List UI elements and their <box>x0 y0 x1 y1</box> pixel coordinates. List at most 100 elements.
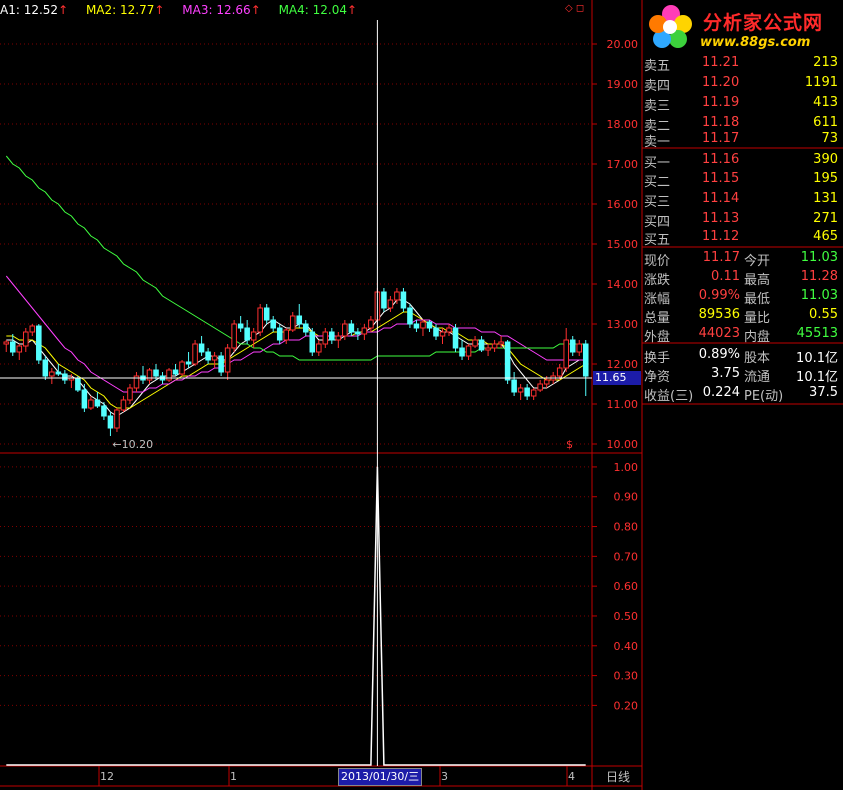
date-axis-label: 4 <box>568 770 575 783</box>
period-tab-daily[interactable]: 日线 <box>596 768 640 786</box>
candle-body <box>16 345 23 353</box>
stat-label: 内盘 <box>744 330 771 345</box>
price-tick-label: 20.00 <box>607 38 639 51</box>
ask-volume: 611 <box>813 115 838 130</box>
ma-legend-label: MA2: 12.77 <box>85 3 155 17</box>
stat-value: 89536 <box>698 307 740 322</box>
moving-average-lines <box>5 155 586 417</box>
ma-legend-label: MA3: 12.66 <box>182 3 251 17</box>
candle-body <box>355 331 361 335</box>
logo-title: 分析家公式网 <box>703 12 824 34</box>
candle-body <box>498 341 504 345</box>
candle-body <box>576 343 583 353</box>
window-control-icons[interactable]: ◇ ◻ <box>565 3 584 14</box>
stat-value: 0.224 <box>702 385 740 400</box>
candle-body <box>413 323 420 329</box>
candle-body <box>316 343 322 353</box>
candle-body <box>36 325 42 361</box>
bid-row[interactable]: 买一 11.16 390 <box>644 151 840 171</box>
candle-body <box>224 347 231 373</box>
moving-average-legend: A1: 12.52↑ MA2: 12.77↑ MA3: 12.66↑ MA4: … <box>0 3 371 21</box>
bid-price: 11.12 <box>702 229 740 244</box>
candle-body <box>257 307 263 333</box>
price-axis: 20.00 19.00 18.00 17.00 16.00 15.00 14.00 13.00… <box>592 38 638 451</box>
site-logo: 分析家公式网 www.88gs.com <box>645 2 841 52</box>
candle-body <box>250 331 257 341</box>
stats-row: 总量 89536 量比 0.55 <box>644 306 840 326</box>
candle-body <box>530 389 537 397</box>
candle-body <box>543 379 550 385</box>
bid-row[interactable]: 买四 11.13 271 <box>644 210 840 230</box>
indicator-tick-label: 0.60 <box>614 580 639 593</box>
indicator-tick-label: 0.90 <box>614 491 639 504</box>
stat-value: 0.11 <box>711 269 740 284</box>
stat-label: 股本 <box>744 351 771 366</box>
candle-body <box>88 399 94 409</box>
ma-legend-item: MA2: 12.77↑ <box>86 3 164 17</box>
candle-body <box>394 291 400 301</box>
candle-body <box>75 377 81 391</box>
candle-body <box>9 341 16 353</box>
ask-volume: 213 <box>813 55 838 70</box>
stat-label: 最低 <box>744 292 771 307</box>
low-price-marker: ←10.20 <box>112 438 153 451</box>
candle-body <box>127 387 133 401</box>
candle-body <box>433 327 439 337</box>
candle-body <box>114 409 120 429</box>
ask-row[interactable]: 卖四 11.20 1191 <box>644 74 840 94</box>
stat-value: 37.5 <box>809 385 838 400</box>
indicator-tick-label: 0.50 <box>614 610 639 623</box>
candle-body <box>446 327 452 333</box>
ask-price: 11.18 <box>702 115 740 130</box>
bid-row[interactable]: 买三 11.14 131 <box>644 190 840 210</box>
candle-body <box>23 331 29 347</box>
price-tick-label: 14.00 <box>607 278 639 291</box>
candle-body <box>511 379 517 393</box>
candle-body <box>42 359 49 377</box>
candle-body <box>400 291 407 309</box>
stat-label: 现价 <box>644 254 671 269</box>
candle-body <box>504 341 511 381</box>
candle-body <box>582 343 589 377</box>
candle-body <box>537 383 543 391</box>
crosshair-date-label: 2013/01/30/三 <box>338 768 423 786</box>
stat-label: 外盘 <box>644 330 671 345</box>
up-arrow-icon: ↑ <box>347 3 358 17</box>
candlesticks[interactable]: ←10.20 $ <box>3 288 589 451</box>
candle-body <box>29 325 36 333</box>
price-tick-label: 16.00 <box>607 198 639 211</box>
candle-body <box>361 327 368 335</box>
price-tick-label: 19.00 <box>607 78 639 91</box>
candle-body <box>322 331 329 345</box>
candle-body <box>237 323 244 329</box>
stat-label: 最高 <box>744 273 771 288</box>
ma-line <box>5 275 586 393</box>
ask-row[interactable]: 卖三 11.19 413 <box>644 94 840 114</box>
bid-volume: 390 <box>813 152 838 167</box>
candle-body <box>329 331 335 341</box>
stat-label: 总量 <box>644 311 671 326</box>
up-arrow-icon: ↑ <box>154 3 165 17</box>
candle-body <box>569 339 576 353</box>
stat-value: 0.99% <box>698 288 740 303</box>
bid-price: 11.13 <box>702 211 740 226</box>
ask-row[interactable]: 卖五 11.21 213 <box>644 54 840 74</box>
stat-value: 0.55 <box>809 307 838 322</box>
bid-volume: 131 <box>813 191 838 206</box>
bid-row[interactable]: 买五 11.12 465 <box>644 228 840 248</box>
price-tick-label: 17.00 <box>607 158 639 171</box>
ask-row[interactable]: 卖一 11.17 73 <box>644 130 840 150</box>
bid-row[interactable]: 买二 11.15 195 <box>644 170 840 190</box>
stat-value: 0.89% <box>698 347 740 362</box>
bid-label: 买二 <box>644 175 671 190</box>
candle-body <box>368 319 374 329</box>
bid-label: 买五 <box>644 233 671 248</box>
candle-body <box>120 399 127 411</box>
candle-body <box>283 329 290 341</box>
candle-body <box>192 343 198 365</box>
price-tick-label: 10.00 <box>607 438 639 451</box>
stats-row: 现价 11.17 今开 11.03 <box>644 249 840 269</box>
ask-volume: 73 <box>821 131 838 146</box>
candle-body <box>465 345 472 357</box>
candle-body <box>62 373 68 381</box>
